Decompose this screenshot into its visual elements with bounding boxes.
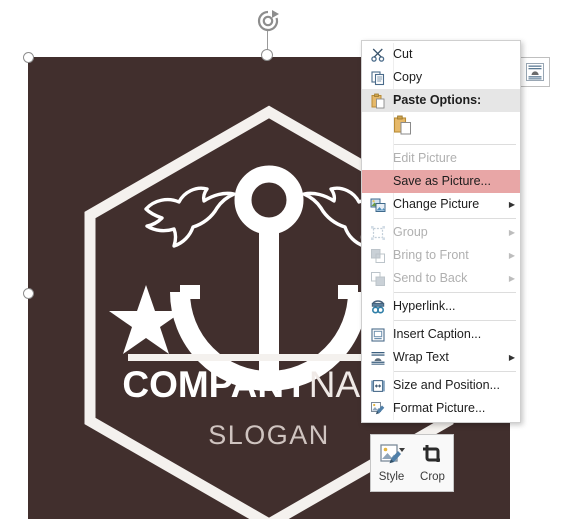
menu-item-group: Group ▶ — [362, 221, 520, 244]
hyperlink-icon — [362, 295, 393, 318]
bring-front-icon — [362, 244, 393, 267]
menu-item-save-as-picture-label: Save as Picture... — [393, 174, 491, 188]
menu-separator-4 — [393, 320, 516, 321]
crop-icon — [421, 440, 445, 470]
menu-item-bring-to-front: Bring to Front ▶ — [362, 244, 520, 267]
paste-keep-source-formatting-icon[interactable] — [393, 115, 413, 139]
menu-item-group-arrow: ▶ — [508, 228, 516, 237]
picture-context-menu[interactable]: Cut Copy Paste Options: Edit Picture Sav… — [361, 40, 521, 423]
menu-item-cut[interactable]: Cut — [362, 43, 520, 66]
scissors-icon — [362, 43, 393, 66]
menu-item-change-picture-arrow: ▶ — [508, 200, 516, 209]
menu-item-group-label: Group — [393, 225, 428, 239]
style-button-label: Style — [378, 471, 405, 483]
picture-style-icon — [379, 440, 405, 470]
menu-item-format-picture[interactable]: Format Picture... — [362, 397, 520, 420]
layout-options-icon — [526, 63, 544, 81]
crop-button[interactable]: Crop — [412, 440, 453, 483]
menu-item-bring-to-front-arrow: ▶ — [508, 251, 516, 260]
no-icon — [362, 170, 393, 193]
menu-separator-2 — [393, 218, 516, 219]
picture-mini-toolbar[interactable]: Style Crop — [370, 434, 454, 492]
no-icon — [362, 147, 393, 170]
paste-icon — [362, 89, 393, 112]
menu-item-save-as-picture[interactable]: Save as Picture... — [362, 170, 520, 193]
menu-separator-5 — [393, 371, 516, 372]
menu-item-insert-caption-label: Insert Caption... — [393, 327, 482, 341]
menu-item-paste-options-label: Paste Options: — [393, 93, 482, 107]
menu-item-wrap-text[interactable]: Wrap Text ▶ — [362, 346, 520, 369]
menu-item-edit-picture: Edit Picture — [362, 147, 520, 170]
menu-item-wrap-text-arrow: ▶ — [508, 353, 516, 362]
menu-item-paste-options: Paste Options: — [362, 89, 520, 112]
menu-separator-1 — [393, 144, 516, 145]
insert-caption-icon — [362, 323, 393, 346]
selection-handle-middle-left[interactable] — [22, 288, 34, 299]
menu-item-change-picture-label: Change Picture — [393, 197, 480, 211]
menu-item-hyperlink[interactable]: Hyperlink... — [362, 295, 520, 318]
size-position-icon — [362, 374, 393, 397]
menu-item-size-and-position-label: Size and Position... — [393, 378, 501, 392]
menu-separator-3 — [393, 292, 516, 293]
menu-item-size-and-position[interactable]: Size and Position... — [362, 374, 520, 397]
rotate-handle-knob[interactable] — [261, 49, 273, 61]
menu-item-insert-caption[interactable]: Insert Caption... — [362, 323, 520, 346]
layout-options-button[interactable] — [520, 57, 550, 87]
menu-item-send-to-back: Send to Back ▶ — [362, 267, 520, 290]
crop-button-label: Crop — [420, 471, 445, 483]
menu-item-hyperlink-label: Hyperlink... — [393, 299, 456, 313]
menu-item-bring-to-front-label: Bring to Front — [393, 248, 469, 262]
menu-item-send-to-back-label: Send to Back — [393, 271, 468, 285]
menu-item-format-picture-label: Format Picture... — [393, 401, 486, 415]
wrap-text-icon — [362, 346, 393, 369]
selection-handle-top-left[interactable] — [22, 51, 34, 63]
logo-company-bold: COMPANY — [122, 364, 309, 405]
rotate-icon[interactable] — [254, 8, 282, 34]
format-picture-icon — [362, 397, 393, 420]
menu-item-change-picture[interactable]: Change Picture ▶ — [362, 193, 520, 216]
group-icon — [362, 221, 393, 244]
menu-item-wrap-text-label: Wrap Text — [393, 350, 449, 364]
logo-slogan: SLOGAN — [208, 420, 330, 450]
paste-options-row[interactable] — [362, 112, 520, 142]
send-back-icon — [362, 267, 393, 290]
style-button[interactable]: Style — [371, 440, 412, 483]
menu-item-copy[interactable]: Copy — [362, 66, 520, 89]
menu-item-edit-picture-label: Edit Picture — [393, 151, 457, 165]
change-picture-icon — [362, 193, 393, 216]
menu-item-copy-label: Copy — [393, 70, 423, 84]
menu-item-send-to-back-arrow: ▶ — [508, 274, 516, 283]
menu-item-cut-label: Cut — [393, 47, 413, 61]
copy-icon — [362, 66, 393, 89]
